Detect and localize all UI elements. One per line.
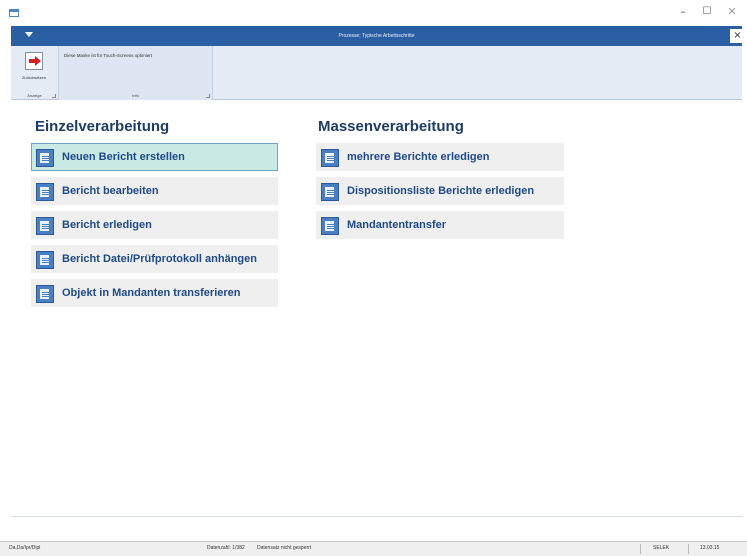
ribbon: Zurücksetzen Anzeige Diese Maske ist für… <box>11 46 742 100</box>
ribbon-group-info: Diese Maske ist für Touch-Screens optimi… <box>59 46 213 100</box>
attach-file-button[interactable]: Bericht Datei/Prüfprotokoll anhängen <box>31 245 278 273</box>
inner-titlebar: Prozesse: Typische Arbeitsschritte × <box>11 26 745 46</box>
disposition-list-button[interactable]: Dispositionsliste Berichte erledigen <box>316 177 564 205</box>
action-label: Bericht bearbeiten <box>62 185 159 197</box>
ribbon-group-anzeige: Zurücksetzen Anzeige <box>11 46 59 100</box>
status-user: Da,Da/Ipr/Dipl <box>9 545 41 551</box>
action-label: mehrere Berichte erledigen <box>347 151 490 163</box>
report-edit-icon <box>321 149 339 167</box>
inner-window-title: Prozesse: Typische Arbeitsschritte <box>338 33 415 39</box>
ribbon-group-label: Anzeige <box>27 93 42 98</box>
maximize-button[interactable]: ☐ <box>696 4 718 20</box>
group-launcher-icon[interactable] <box>206 94 210 98</box>
report-edit-icon <box>321 217 339 235</box>
action-label: Objekt in Mandanten transferieren <box>62 287 241 299</box>
app-icon <box>9 9 19 17</box>
status-lock-state: Datensatz nicht gesperrt <box>257 545 312 551</box>
action-label: Bericht Datei/Prüfprotokoll anhängen <box>62 253 257 265</box>
report-edit-icon <box>36 149 54 167</box>
main-panel: Einzelverarbeitung Massenverarbeitung Ne… <box>11 101 742 516</box>
client-transfer-button[interactable]: Mandantentransfer <box>316 211 564 239</box>
transfer-object-button[interactable]: Objekt in Mandanten transferieren <box>31 279 278 307</box>
report-edit-icon <box>36 183 54 201</box>
exit-icon <box>25 52 43 70</box>
inner-close-button[interactable]: × <box>730 29 745 43</box>
ribbon-group-label: Info <box>132 93 139 98</box>
edit-report-button[interactable]: Bericht bearbeiten <box>31 177 278 205</box>
application-window: – ☐ ✕ Prozesse: Typische Arbeitsschritte… <box>0 0 747 556</box>
report-edit-icon <box>36 251 54 269</box>
report-edit-icon <box>321 183 339 201</box>
window-close-button[interactable]: ✕ <box>721 4 743 20</box>
status-record-count: Datenzahl: 1/382 <box>207 545 245 551</box>
einzelverarbeitung-heading: Einzelverarbeitung <box>35 118 170 135</box>
complete-multiple-reports-button[interactable]: mehrere Berichte erledigen <box>316 143 564 171</box>
new-report-button[interactable]: Neuen Bericht erstellen <box>31 143 278 171</box>
group-launcher-icon[interactable] <box>52 94 56 98</box>
report-edit-icon <box>36 285 54 303</box>
bottom-panel <box>11 516 742 540</box>
action-label: Mandantentransfer <box>347 219 447 231</box>
report-edit-icon <box>36 217 54 235</box>
complete-report-button[interactable]: Bericht erledigen <box>31 211 278 239</box>
action-label: Dispositionsliste Berichte erledigen <box>347 185 535 197</box>
status-bar: Da,Da/Ipr/Dipl Datenzahl: 1/382 Datensat… <box>0 541 747 556</box>
status-date: 13.03.15 <box>700 545 720 551</box>
massenverarbeitung-heading: Massenverarbeitung <box>318 118 464 135</box>
exit-arrow-icon <box>29 56 41 66</box>
status-mode: SELEK <box>653 545 670 551</box>
info-text: Diese Maske ist für Touch-Screens optimi… <box>64 53 152 58</box>
action-label: Bericht erledigen <box>62 219 152 231</box>
exit-button[interactable]: Zurücksetzen <box>14 49 54 87</box>
exit-button-label: Zurücksetzen <box>21 75 46 80</box>
window-titlebar: – ☐ ✕ <box>0 0 747 26</box>
minimize-button[interactable]: – <box>672 4 694 20</box>
action-label: Neuen Bericht erstellen <box>62 151 185 163</box>
status-divider <box>640 544 641 554</box>
status-divider <box>688 544 689 554</box>
